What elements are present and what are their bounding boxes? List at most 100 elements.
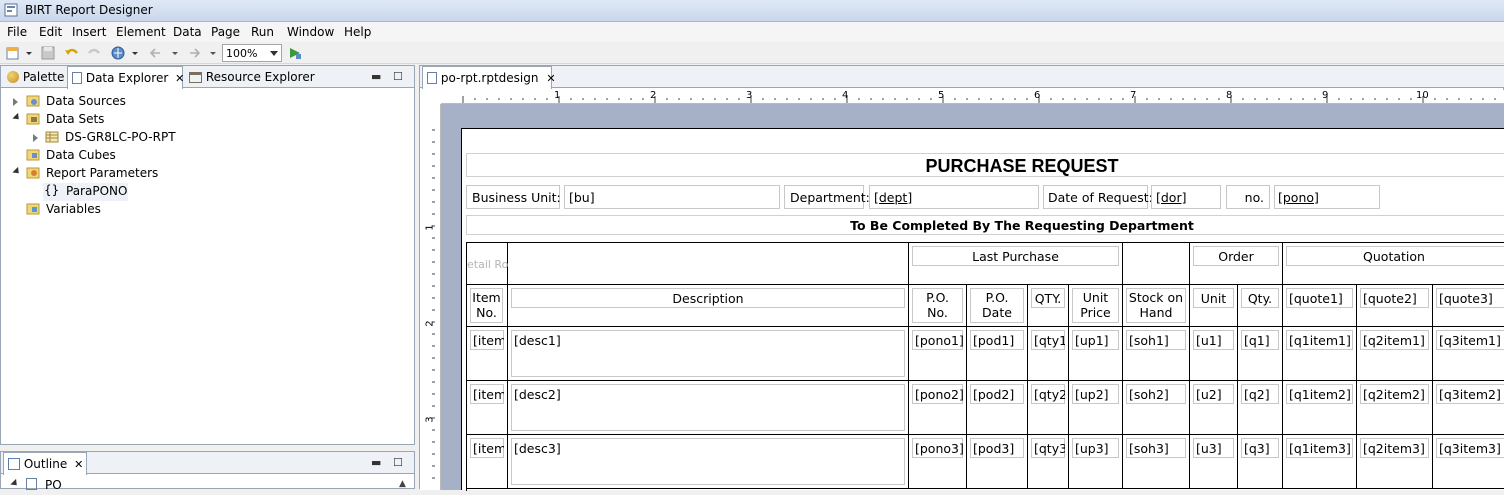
close-icon[interactable]: ✕ [175,72,184,85]
dor-label-cell[interactable]: Date of Request: [1043,185,1153,209]
tab-data-explorer[interactable]: Data Explorer ✕ [67,66,184,89]
save-icon[interactable] [40,45,56,61]
expand-icon[interactable] [13,98,18,106]
cell-item[interactable]: [item [467,435,508,489]
col-order-qty[interactable]: Qty. [1238,285,1283,327]
tree-item-data-sets[interactable]: Data Sets [12,111,213,129]
cell-qty[interactable]: [qty1] [1028,327,1069,381]
cell-pono[interactable]: [pono2] [909,381,967,435]
cell-item[interactable]: [item [467,381,508,435]
tree-item-data-cubes[interactable]: Data Cubes [13,147,213,165]
collapse-icon[interactable] [12,166,22,177]
cell-pod[interactable]: [pod2] [967,381,1028,435]
collapse-icon[interactable] [10,478,20,489]
forward-icon[interactable] [186,45,202,61]
cell-up[interactable]: [up1] [1069,327,1123,381]
col-quote2[interactable]: [quote2] [1357,285,1433,327]
cell-u[interactable]: [u2] [1190,381,1238,435]
menu-edit[interactable]: Edit [39,25,62,39]
menu-insert[interactable]: Insert [72,25,106,39]
menu-window[interactable]: Window [287,25,334,39]
no-label-cell[interactable]: no. [1226,185,1270,209]
col-quote1[interactable]: [quote1] [1283,285,1357,327]
col-unit[interactable]: Unit [1190,285,1238,327]
outline-root[interactable]: PO [10,477,111,495]
cell-soh[interactable]: [soh2] [1123,381,1190,435]
cell-qi2[interactable]: [q2item3] [1357,435,1433,489]
col-qty[interactable]: QTY. [1028,285,1069,327]
cell-qi1[interactable]: [q1item2] [1283,381,1357,435]
maximize-icon[interactable]: ☐ [393,456,403,469]
zoom-select[interactable]: 100% [222,44,282,62]
tree-item-data-sources[interactable]: Data Sources [13,93,213,111]
menu-data[interactable]: Data [173,25,202,39]
menu-run[interactable]: Run [251,25,274,39]
view-dropdown-icon[interactable] [130,45,140,61]
col-quote3[interactable]: [quote3] [1433,285,1504,327]
run-icon[interactable] [287,45,303,61]
menu-file[interactable]: File [7,25,27,39]
menu-page[interactable]: Page [211,25,240,39]
cell-qi2[interactable]: [q2item2] [1357,381,1433,435]
minimize-icon[interactable]: ▬ [371,456,381,469]
cell-desc[interactable]: [desc1] [508,327,909,381]
new-icon[interactable] [5,45,21,61]
cell-pod[interactable]: [pod3] [967,435,1028,489]
redo-icon[interactable] [86,45,102,61]
col-po-no[interactable]: P.O. No. [909,285,967,327]
undo-icon[interactable] [64,45,80,61]
new-dropdown-icon[interactable] [24,45,34,61]
tree-item-dataset[interactable]: DS-GR8LC-PO-RPT [33,129,233,147]
back-icon[interactable] [148,45,164,61]
col-item-no[interactable]: Item No. [467,285,508,327]
cell-qty[interactable]: [qty2] [1028,381,1069,435]
scroll-up-icon[interactable]: ▲ [399,479,406,489]
menu-element[interactable]: Element [116,25,166,39]
expand-icon[interactable] [33,134,38,142]
col-description[interactable]: Description [508,285,909,327]
forward-dropdown-icon[interactable] [208,45,218,61]
cell-qi3[interactable]: [q3item3] [1433,435,1504,489]
col-unit-price[interactable]: Unit Price [1069,285,1123,327]
col-po-date[interactable]: P.O. Date [967,285,1028,327]
tree-item-report-parameters[interactable]: Report Parameters [12,165,213,183]
subtitle-cell[interactable]: To Be Completed By The Requesting Depart… [466,215,1504,235]
view-report-icon[interactable] [110,45,126,61]
cell-u[interactable]: [u3] [1190,435,1238,489]
close-icon[interactable]: ✕ [74,458,83,471]
col-stock-on-hand[interactable]: Stock on Hand [1123,285,1190,327]
title-cell[interactable]: PURCHASE REQUEST [466,153,1504,177]
cell-q[interactable]: [q3] [1238,435,1283,489]
dept-label-cell[interactable]: Department: [784,185,870,209]
cell-desc[interactable]: [desc2] [508,381,909,435]
cell-soh[interactable]: [soh1] [1123,327,1190,381]
cell-pod[interactable]: [pod1] [967,327,1028,381]
cell-qty[interactable]: [qty3] [1028,435,1069,489]
tab-outline[interactable]: Outline ✕ [3,452,87,475]
pono-value-cell[interactable]: [pono] [1274,185,1380,209]
back-dropdown-icon[interactable] [170,45,180,61]
cell-qi2[interactable]: [q2item1] [1357,327,1433,381]
cell-up[interactable]: [up3] [1069,435,1123,489]
minimize-icon[interactable]: ▬ [371,70,381,83]
cell-soh[interactable]: [soh3] [1123,435,1190,489]
cell-pono[interactable]: [pono3] [909,435,967,489]
dept-value-cell[interactable]: [dept] [869,185,1039,209]
cell-qi3[interactable]: [q3item2] [1433,381,1504,435]
tab-po-rpt[interactable]: po-rpt.rptdesign ✕ [422,66,556,89]
maximize-icon[interactable]: ☐ [393,70,403,83]
collapse-icon[interactable] [12,112,22,123]
cell-up[interactable]: [up2] [1069,381,1123,435]
cell-qi1[interactable]: [q1item1] [1283,327,1357,381]
cell-item[interactable]: [item [467,327,508,381]
tree-item-param[interactable]: {} ParaPONO [43,183,128,201]
close-icon[interactable]: ✕ [546,72,555,85]
tree-item-variables[interactable]: Variables [13,201,213,219]
cell-qi3[interactable]: [q3item1] [1433,327,1504,381]
dor-value-cell[interactable]: [dor] [1151,185,1221,209]
cell-desc[interactable]: [desc3] [508,435,909,489]
cell-q[interactable]: [q2] [1238,381,1283,435]
cell-qi1[interactable]: [q1item3] [1283,435,1357,489]
items-table[interactable]: etail Ro Last Purchase Order Quotation I… [466,242,1504,491]
cell-pono[interactable]: [pono1] [909,327,967,381]
